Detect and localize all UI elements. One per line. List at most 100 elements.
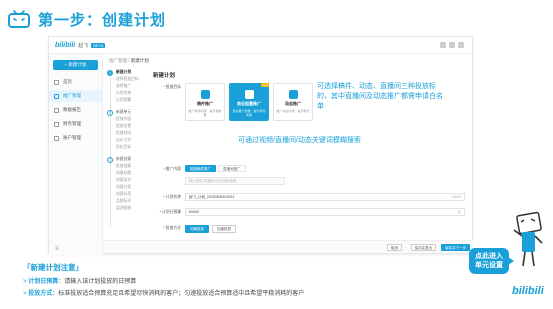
substep-item[interactable]: 投放创意 [107, 163, 149, 170]
sidebar-item-finance[interactable]: 财务管理 [49, 118, 102, 130]
substep-item[interactable]: 监测链接 [107, 205, 149, 212]
sidebar-item-promotion[interactable]: 推广管理 [49, 90, 102, 102]
chip-video[interactable]: 投放稿件推广 [185, 165, 216, 172]
step-creative[interactable]: 3 新建创意 [107, 156, 149, 163]
substep-item[interactable]: 计划预算 [107, 97, 149, 104]
char-count: 23/40 [452, 195, 461, 199]
budget-value: 50000 [189, 210, 199, 214]
sidebar-item-label: 账户管理 [63, 135, 81, 140]
content-search-input[interactable]: 输入稿件/直播间/动态链接搜索 [185, 177, 285, 185]
step-number: 2 [107, 109, 113, 116]
sidebar-item-label: 首页 [63, 79, 72, 84]
note-mode: > 投放方式：标准投放适合预算充足且希望尽快消耗的客户；匀速投放适合预算适中且希… [23, 288, 304, 297]
substep-item[interactable]: 投放时间 [107, 130, 149, 137]
card-name: 商业起量推广 [237, 101, 261, 106]
breadcrumb-parent[interactable]: 推广管理 [109, 58, 127, 63]
mode-radios: 均衡投放 加速投放 [185, 225, 236, 233]
target-label: * 投放目标 [163, 85, 181, 89]
substep-item[interactable]: 计划名称 [107, 90, 149, 97]
budget-unit: 元 [457, 210, 462, 214]
app-logo[interactable]: bilibili [55, 42, 75, 49]
substep-item[interactable]: 出价方式 [107, 137, 149, 144]
breadcrumb-current: 新建计划 [130, 58, 149, 63]
topbar-actions [440, 42, 464, 48]
chart-icon [54, 107, 59, 113]
note-key: 投放方式 [28, 291, 53, 297]
form-title: 新建计划 [153, 73, 176, 79]
card-desc: 推广稿件内容，提升播放量 [188, 109, 222, 117]
substep-item[interactable]: 创意形式 [107, 177, 149, 184]
save-next-button[interactable]: 保存并下一步 [441, 244, 470, 251]
new-plan-button[interactable]: + 新建计划 [53, 60, 98, 70]
substep-item[interactable]: 品牌标识 [107, 198, 149, 205]
budget-label: * 计划日预算 [159, 210, 181, 214]
collapse-menu-icon[interactable]: ≡ [55, 246, 59, 252]
step-label: 新建创意 [116, 157, 132, 161]
mode-balanced[interactable]: 均衡投放 [185, 225, 209, 233]
app-logo-sub: 起飞 [78, 42, 89, 49]
video-icon [200, 90, 210, 99]
cancel-button[interactable]: 取消 [387, 244, 402, 251]
card-name: 动态推广 [285, 101, 301, 106]
sidebar-item-reports[interactable]: 数据报告 [49, 104, 102, 116]
step-plan[interactable]: 1 新建计划 [107, 69, 149, 76]
card-business-promotion[interactable]: new 商业起量推广 通过推广起量，提升转化效果 [229, 83, 269, 121]
new-badge: new [261, 83, 269, 87]
tv-icon [8, 10, 30, 28]
app-screenshot: bilibili 起飞 BETA + 新建计划 首页 推广管理 数据报告 财务管… [48, 36, 474, 255]
live-icon [244, 90, 254, 99]
breadcrumb-separator: / [128, 58, 130, 63]
card-desc: 推广动态内容，提升曝光 [276, 109, 310, 113]
step-unit[interactable]: 2 新建单元 [107, 109, 149, 116]
megaphone-icon [54, 93, 59, 99]
arrow-icon: > [23, 291, 27, 297]
sidebar-item-home[interactable]: 首页 [49, 76, 102, 88]
sidebar-item-label: 财务管理 [63, 121, 81, 126]
card-dynamic-promotion[interactable]: 动态推广 推广动态内容，提升曝光 [273, 83, 313, 121]
mascot-icon [513, 211, 543, 267]
substep-item[interactable]: 优化目标 [107, 144, 149, 151]
substep-item[interactable]: 创意分类 [107, 184, 149, 191]
user-icon [54, 135, 59, 141]
arrow-icon: > [23, 279, 27, 285]
content-chips: 投放稿件推广 直播间推广 [185, 165, 246, 172]
chip-live[interactable]: 直播间推广 [218, 165, 246, 172]
substep-item[interactable]: 创意标题 [107, 170, 149, 177]
sidebar-item-account[interactable]: 账户管理 [49, 132, 102, 144]
callout-search-hint: 可通过视频/直播间/动态关键词模糊搜索 [238, 137, 361, 144]
budget-input[interactable]: 50000 元 [185, 208, 465, 216]
dynamic-icon [288, 90, 298, 99]
card-name: 稿件推广 [197, 101, 213, 106]
substep-item[interactable]: 选择投放目标 [107, 76, 149, 83]
plan-name-input[interactable]: 起飞_计划_20230506101033 23/40 [185, 193, 465, 201]
breadcrumb: 推广管理 / 新建计划 [109, 58, 149, 64]
avatar[interactable] [458, 42, 464, 48]
notification-icon[interactable] [440, 42, 446, 48]
step-number: 1 [107, 69, 113, 76]
substep-item[interactable]: 投放设置 [107, 123, 149, 130]
substep-item[interactable]: 选择推广 [107, 83, 149, 90]
sidebar-item-label: 推广管理 [63, 93, 81, 98]
target-cards: 稿件推广 推广稿件内容，提升播放量 new 商业起量推广 通过推广起量，提升转化… [185, 83, 313, 121]
plan-name-label: * 计划名称 [163, 195, 181, 199]
plan-name-value: 起飞_计划_20230506101033 [189, 195, 235, 199]
substep-item[interactable]: 创意标签 [107, 191, 149, 198]
unit-settings-cta[interactable]: 点此进入 单元设置 [469, 248, 514, 274]
card-video-promotion[interactable]: 稿件推广 推广稿件内容，提升播放量 [185, 83, 225, 121]
save-exit-button[interactable]: 保存并退出 [410, 244, 436, 251]
card-desc: 通过推广起量，提升转化效果 [232, 109, 266, 117]
note-budget: > 计划日预算：请输入该计划投放的日预算 [23, 276, 136, 285]
app-topbar: bilibili 起飞 BETA [49, 37, 472, 54]
wallet-icon [54, 121, 59, 127]
cta-line: 单元设置 [475, 262, 503, 269]
callout-target-types: 可选择稿件、动态、直播间三种投放标的，其中直播间及动态推广都需申请白名单 [317, 83, 443, 110]
help-icon[interactable] [449, 42, 455, 48]
notes-title: 「新建计划注意」 [23, 263, 83, 272]
step-label: 新建单元 [116, 110, 132, 114]
substep-item[interactable]: 投放内容 [107, 116, 149, 123]
mode-accelerated[interactable]: 加速投放 [212, 225, 236, 233]
note-key: 计划日预算 [28, 279, 59, 285]
beta-badge: BETA [91, 42, 106, 48]
sidebar: + 新建计划 首页 推广管理 数据报告 财务管理 账户管理 ≡ [49, 54, 103, 255]
mode-label: * 投放方式 [163, 226, 181, 230]
